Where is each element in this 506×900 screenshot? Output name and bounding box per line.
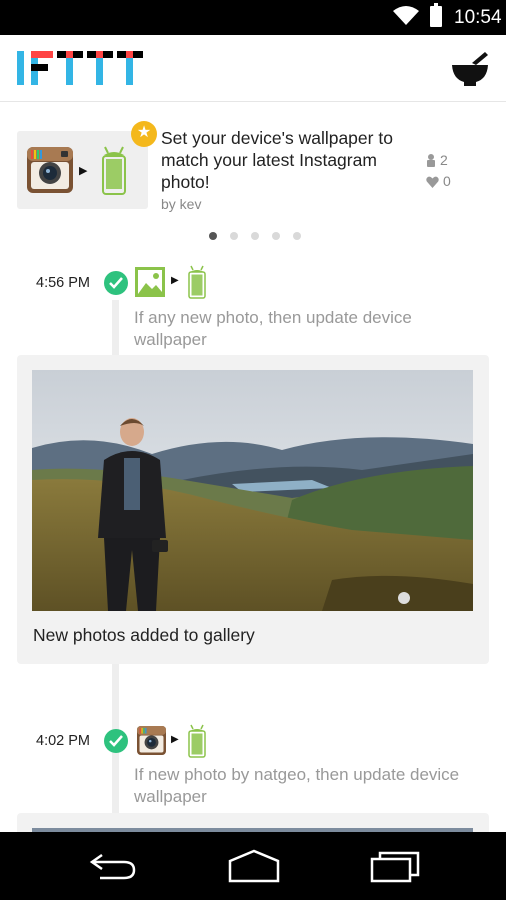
wallpaper-photo[interactable] (32, 370, 473, 611)
entry-description: If any new photo, then update device wal… (134, 308, 412, 349)
featured-recipe-stats: 2 0 (426, 150, 451, 192)
photo-card[interactable] (17, 813, 489, 832)
photo-card[interactable]: New photos added to gallery (17, 355, 489, 664)
featured-recipe-thumbnail[interactable]: ▶ (17, 131, 148, 209)
entry-description: If new photo by natgeo, then update devi… (134, 765, 460, 806)
wifi-icon (393, 6, 419, 25)
arrow-icon: ▶ (171, 734, 179, 745)
back-icon[interactable] (88, 849, 136, 883)
home-icon[interactable] (228, 849, 280, 883)
carousel-dot[interactable] (251, 232, 259, 240)
app-bar (0, 35, 506, 102)
carousel-dots[interactable] (209, 232, 301, 240)
battery-icon (430, 3, 442, 27)
photo-gallery-icon (135, 267, 165, 297)
entry-time: 4:56 PM (36, 275, 90, 291)
navigation-bar (0, 832, 506, 900)
users-count: 2 (440, 152, 448, 168)
status-bar: 10:54 (0, 0, 506, 35)
card-caption: New photos added to gallery (33, 625, 255, 645)
mortar-pestle-icon[interactable] (450, 49, 490, 89)
star-icon: ★ (131, 121, 157, 147)
favorites-count-row: 0 (426, 171, 451, 192)
instagram-icon (137, 726, 166, 755)
heart-icon (426, 176, 439, 188)
carousel-dot[interactable] (230, 232, 238, 240)
carousel-dot[interactable] (209, 232, 217, 240)
android-device-icon (102, 146, 126, 195)
users-count-row: 2 (426, 150, 451, 171)
android-device-icon (188, 724, 206, 758)
arrow-icon: ▶ (79, 165, 88, 177)
carousel-dot[interactable] (272, 232, 280, 240)
arrow-icon: ▶ (171, 275, 179, 286)
instagram-icon (27, 147, 73, 193)
entry-time: 4:02 PM (36, 733, 90, 749)
checkmark-icon (104, 729, 128, 753)
carousel-dot[interactable] (293, 232, 301, 240)
favorites-count: 0 (443, 173, 451, 189)
checkmark-icon (104, 271, 128, 295)
featured-recipe-title[interactable]: Set your device's wallpaper to match you… (161, 127, 416, 193)
user-icon (427, 154, 435, 167)
featured-recipe-author: by kev (161, 196, 202, 212)
recents-icon[interactable] (370, 849, 420, 883)
android-device-icon (188, 265, 206, 299)
ifttt-logo[interactable] (17, 51, 143, 85)
status-time: 10:54 (454, 7, 502, 28)
